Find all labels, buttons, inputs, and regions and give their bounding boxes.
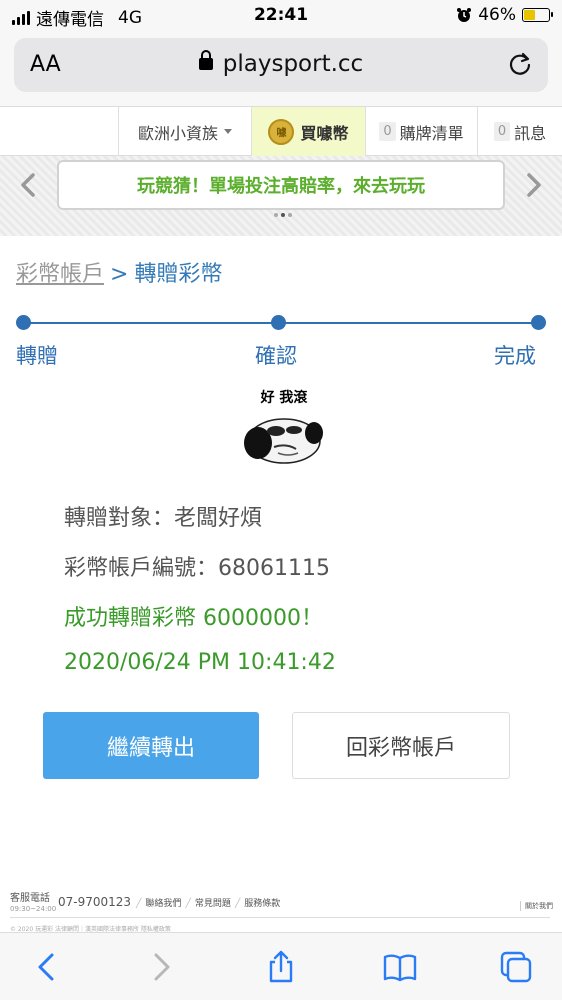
account-number-text: 彩幣帳戶編號：68061115 [64,556,330,581]
step-dot-transfer [16,315,31,330]
back-icon[interactable] [28,949,64,985]
browser-top-bar: AA playsport.cc [0,32,562,106]
step-label-transfer: 轉贈 [16,344,58,368]
recipient-text: 轉贈對象：老闆好煩 [64,506,263,531]
step-label-confirm: 確認 [255,344,297,368]
carousel-dots [274,213,292,217]
breadcrumb-separator: > [110,262,129,287]
battery-icon [522,8,553,22]
terms-link[interactable]: 服務條款 [244,899,280,909]
transfer-timestamp: 2020/06/24 PM 10:41:42 [64,650,336,675]
site-footer: 客服電話 09:30~24:00 07-9700123 ╱ 聯絡我們 ╱ 常見問題 ╱ 服… [0,885,562,935]
step-dot-complete [531,315,546,330]
banner-text: 玩競猜！單場投注高賠率，來去玩玩 [137,176,425,197]
service-hours: 09:30~24:00 [10,905,57,913]
cart-label: 購牌清單 [399,123,464,143]
tabs-icon[interactable] [498,949,534,985]
url-text: playsport.cc [222,51,364,77]
breadcrumb-home-link[interactable]: 彩幣帳戶 [16,262,104,287]
forward-icon[interactable] [144,949,180,985]
member-menu[interactable]: 歐洲小資族 [118,107,251,156]
contact-link[interactable]: 聯絡我們 [145,899,181,909]
msg-count-badge: 0 [493,122,511,141]
chevron-left-icon[interactable] [14,170,44,200]
bookmarks-icon[interactable] [382,949,418,985]
success-message: 成功轉贈彩幣 6000000！ [64,606,323,631]
site-top-nav: 歐洲小資族 噱 買噱幣 0 購牌清單 0 訊息 [0,106,562,156]
breadcrumb-current: 轉贈彩幣 [134,262,223,287]
service-label: 客服電話 [10,893,50,904]
status-bar: 遠傳電信 4G 22:41 46% [0,0,562,32]
buy-coins-label: 買噱幣 [300,123,349,143]
panda-face-icon [244,418,323,464]
footer-divider [10,917,550,918]
reload-icon[interactable] [506,50,534,78]
promo-banner: 玩競猜！單場投注高賠率，來去玩玩 [0,156,562,236]
address-bar[interactable]: AA playsport.cc [14,38,548,92]
share-icon[interactable] [263,949,299,985]
caret-down-icon [224,129,232,134]
breadcrumb: 彩幣帳戶 > 轉贈彩幣 [16,256,222,288]
msg-label: 訊息 [514,123,547,143]
coin-icon: 噱 [268,118,295,145]
footer-links: ╱ 聯絡我們 ╱ 常見問題 ╱ 服務條款 [136,899,281,909]
continue-transfer-button[interactable]: 繼續轉出 [43,712,259,779]
buy-coins-button[interactable]: 噱 買噱幣 [251,107,365,156]
lock-icon [198,50,213,70]
cart-count-badge: 0 [379,122,396,141]
service-phone[interactable]: 07-9700123 [58,895,131,909]
status-right: 46% [456,5,553,25]
battery-level-fill [524,10,536,20]
url-field[interactable]: playsport.cc [14,50,548,77]
battery-percent: 46% [478,5,516,25]
browser-toolbar [0,932,562,1000]
chevron-right-icon[interactable] [518,170,548,200]
back-to-account-button[interactable]: 回彩幣帳戶 [292,712,510,779]
banner-link[interactable]: 玩競猜！單場投注高賠率，來去玩玩 [57,160,505,210]
faq-link[interactable]: 常見問題 [195,899,231,909]
step-label-complete: 完成 [494,344,536,368]
member-name: 歐洲小資族 [137,123,218,143]
purchase-list-link[interactable]: 0 購牌清單 [365,107,477,156]
about-link[interactable]: 關於我們 [520,901,553,911]
meme-image: 好 我滾 [238,385,330,477]
alarm-icon [457,8,472,22]
step-dot-confirm [271,315,286,330]
messages-link[interactable]: 0 訊息 [477,107,562,156]
